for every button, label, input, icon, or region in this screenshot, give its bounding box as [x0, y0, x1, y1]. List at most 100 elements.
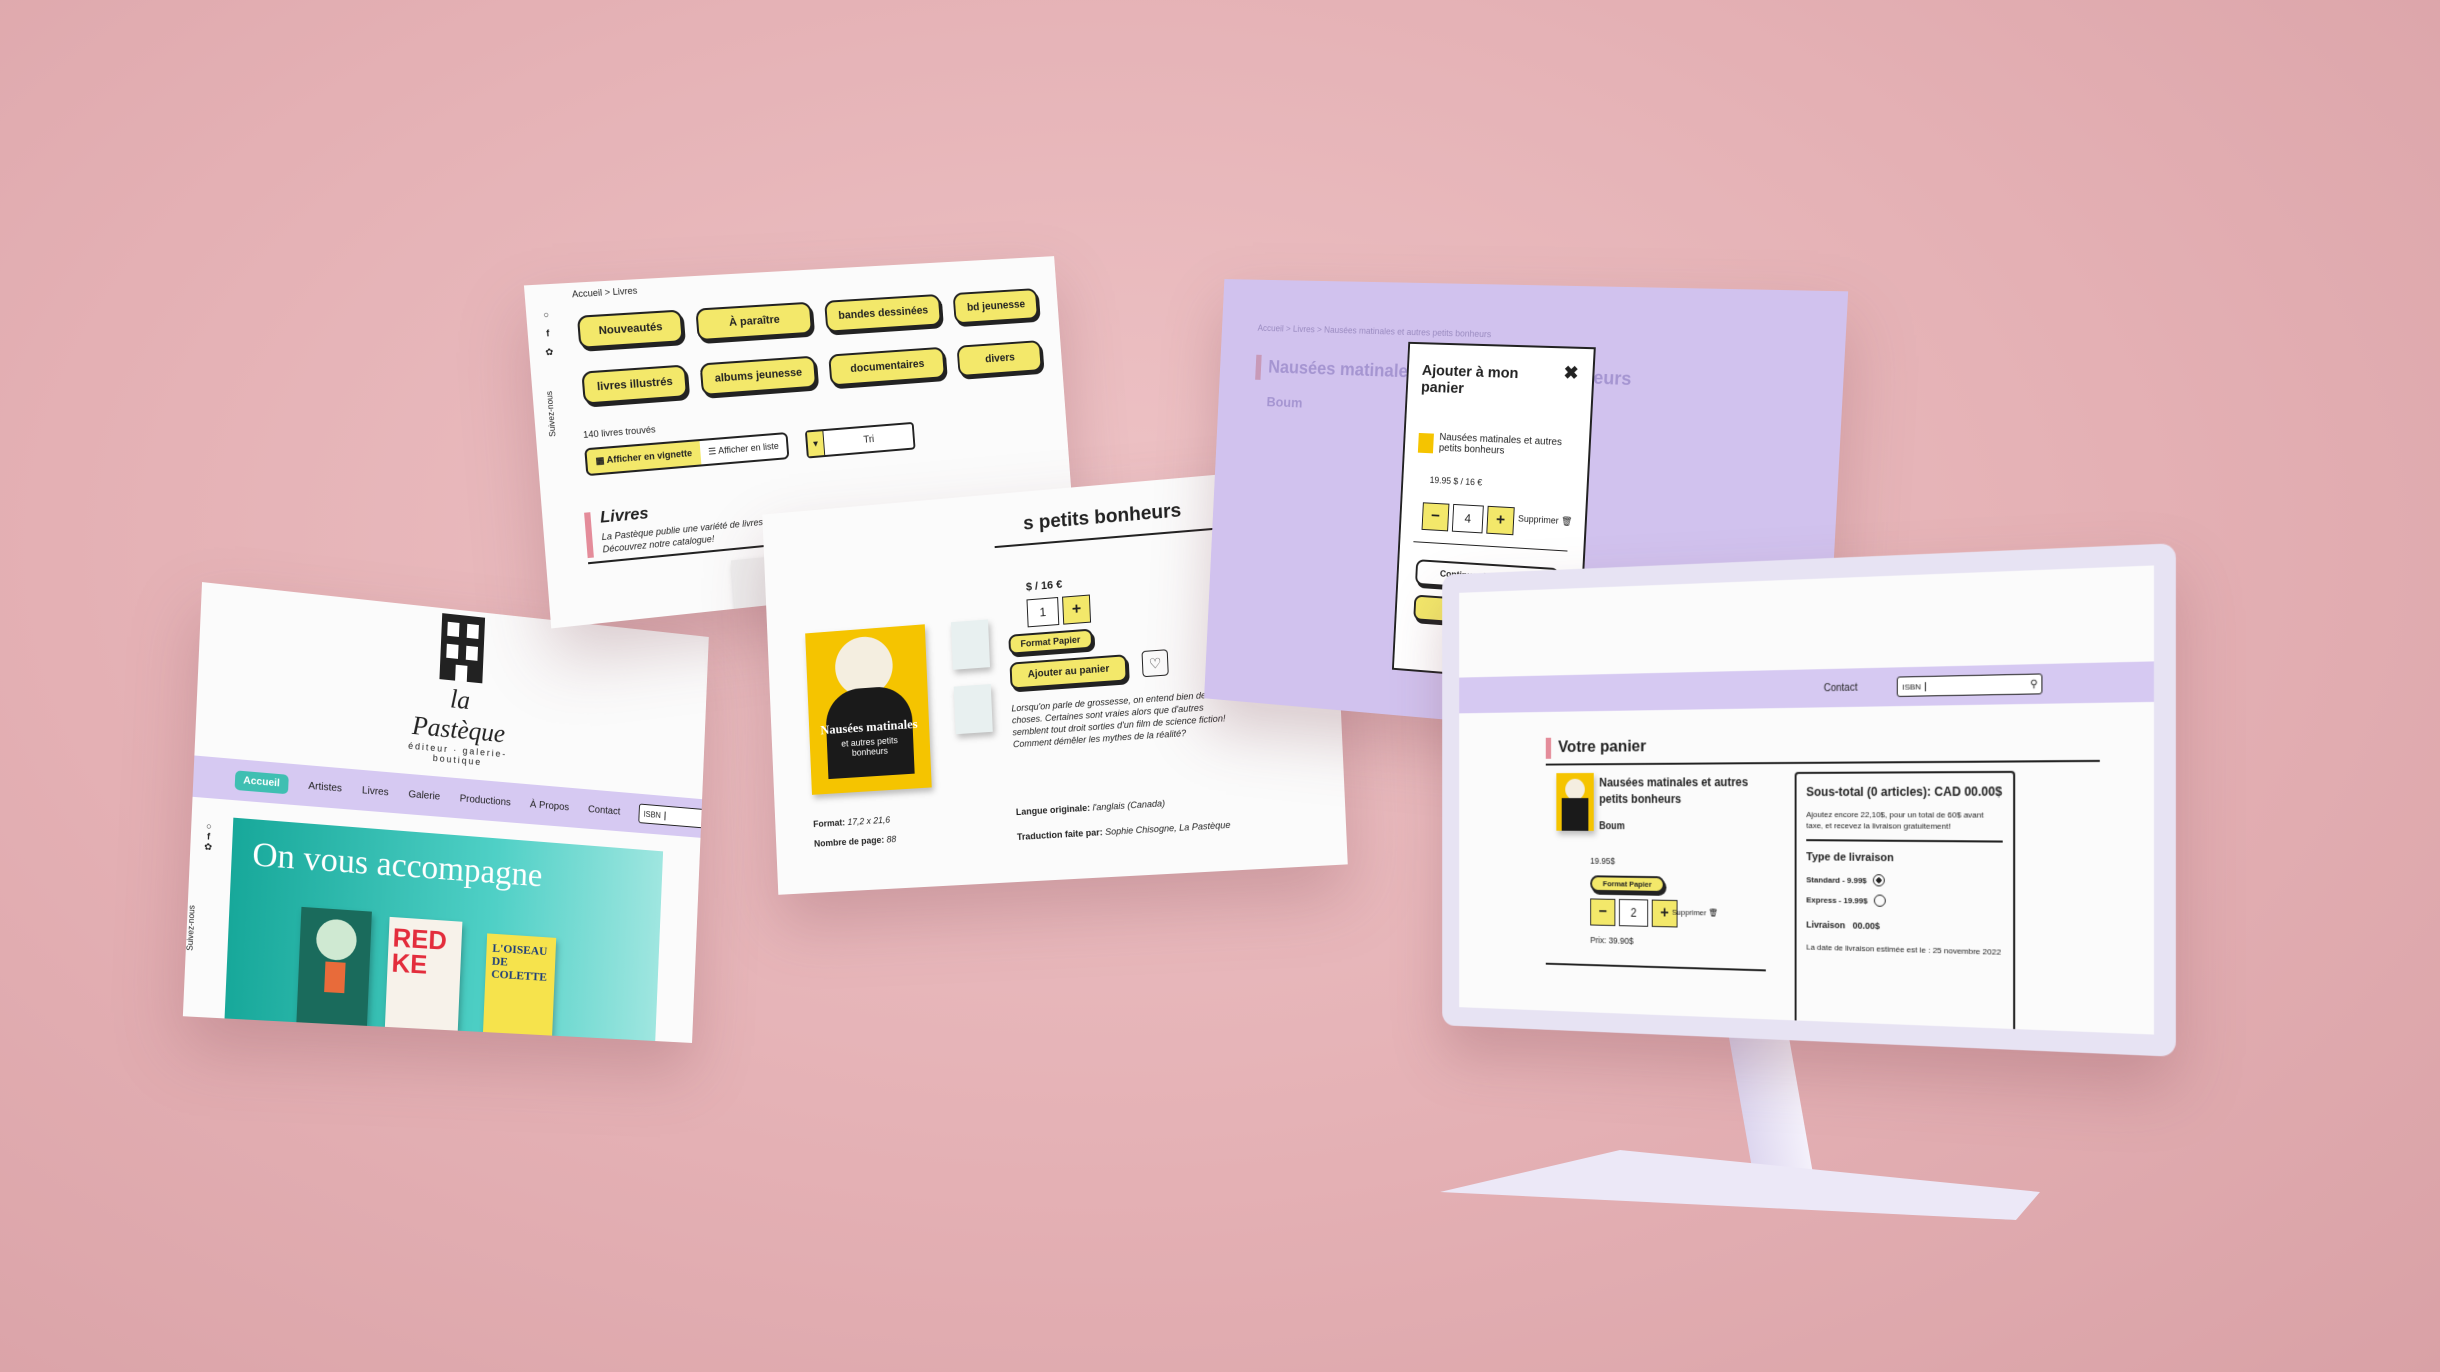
logo-text: la Pastèque [411, 684, 506, 749]
qty-minus-button[interactable]: − [1590, 898, 1616, 927]
cart-format-badge[interactable]: Format Papier [1590, 875, 1665, 893]
cart-title: Votre panier [1558, 736, 1647, 756]
nav-contact[interactable]: Contact [588, 804, 621, 817]
section-title-bar [584, 512, 594, 559]
bg-author: Boum [1266, 393, 1303, 411]
section-title: Livres [599, 504, 650, 527]
search-box[interactable]: ISBN ⚲ [638, 803, 709, 831]
category-filters: Nouveautés À paraître bandes dessinées b… [576, 288, 1043, 405]
free-shipping-note: Ajoutez encore 22,10$, pour un total de … [1806, 808, 2003, 843]
search-icon[interactable]: ⚲ [2030, 678, 2042, 690]
remove-button[interactable]: Supprimer 🗑 [1518, 513, 1573, 527]
nav-galerie[interactable]: Galerie [408, 789, 440, 803]
qty-plus-button[interactable]: + [1486, 505, 1515, 536]
thumb-2[interactable] [953, 684, 993, 735]
category-livres-illustres[interactable]: livres illustrés [581, 364, 689, 405]
category-nouveautes[interactable]: Nouveautés [576, 309, 684, 349]
hero-book-1[interactable] [296, 906, 372, 1026]
radio-empty-icon[interactable] [1873, 894, 1886, 908]
logo-building-icon [439, 613, 486, 684]
search-select[interactable]: ISBN [639, 808, 666, 820]
nav-livres[interactable]: Livres [362, 785, 389, 798]
modal-item-title: Nausées matinales et autres petits bonhe… [1438, 431, 1563, 457]
cart-title-bar [1545, 737, 1552, 759]
nav-accueil[interactable]: Accueil [234, 769, 289, 794]
product-description: Lorsqu'on parle de grossesse, on entend … [1011, 689, 1226, 750]
breadcrumb: Accueil > Livres [571, 285, 638, 300]
format-badge[interactable]: Format Papier [1008, 628, 1093, 655]
cart-qty-stepper[interactable]: − 2 + [1590, 898, 1678, 928]
qty-value[interactable]: 1 [1026, 596, 1060, 628]
nav-a-propos[interactable]: À Propos [530, 799, 570, 813]
modal-title: Ajouter à mon panier [1420, 361, 1519, 398]
qty-plus-button[interactable]: + [1062, 594, 1092, 625]
qty-stepper[interactable]: − 4 + [1421, 502, 1515, 536]
instagram-icon[interactable]: ○ [538, 305, 554, 325]
search-box[interactable]: ISBN ⚲ [1897, 673, 2043, 697]
trash-icon: 🗑 [1560, 515, 1573, 527]
qty-value[interactable]: 2 [1618, 898, 1649, 927]
thumb-1[interactable] [950, 619, 991, 670]
shipping-cost: Livraison 00.00$ [1806, 919, 1880, 932]
cart-item-title: Nausées matinales et autres petits bonhe… [1599, 775, 1749, 806]
product-cover: Nausées matinales et autres petits bonhe… [805, 624, 932, 795]
view-grid-button[interactable]: ▦ Afficher en vignette [586, 441, 702, 474]
logo[interactable]: la Pastèque éditeur · galerie-boutique [398, 609, 521, 770]
delivery-estimate: La date de livraison estimée est le : 25… [1806, 942, 2002, 958]
spec-pages: Nombre de page: 88 [813, 834, 897, 849]
facebook-icon[interactable]: f [540, 323, 556, 343]
spec-translation: Traduction faite par: Sophie Chisogne, L… [1016, 819, 1231, 843]
shipping-express[interactable]: Express - 19.99$ [1806, 894, 2003, 910]
sort-select[interactable]: ▾ Tri [804, 421, 916, 459]
subtotal: Sous-total (0 articles): CAD 00.00$ [1806, 784, 2003, 799]
shipping-standard[interactable]: Standard - 9.99$ [1806, 873, 2003, 888]
cart-item-price: 19.95$ [1590, 855, 1615, 866]
modal-item-thumb [1417, 432, 1434, 454]
cart-item-cover [1556, 772, 1594, 831]
search-select[interactable]: ISBN [1898, 681, 1927, 692]
category-bd-jeunesse[interactable]: bd jeunesse [952, 288, 1039, 325]
modal-item-price: 19.95 $ / 16 € [1429, 474, 1483, 488]
category-albums-jeunesse[interactable]: albums jeunesse [699, 355, 817, 396]
social-label: Suivez-nous [185, 904, 197, 952]
nav-artistes[interactable]: Artistes [308, 780, 342, 794]
spec-language: Langue originale: l'anglais (Canada) [1015, 798, 1166, 818]
cart-item-author: Boum [1599, 821, 1625, 833]
wishlist-heart-icon[interactable]: ♡ [1141, 649, 1169, 678]
cart-item-total: Prix: 39.90$ [1590, 935, 1634, 946]
twitter-icon[interactable]: ✿ [541, 342, 557, 362]
nav-productions[interactable]: Productions [459, 793, 511, 808]
cart-page-screen: Contact ISBN ⚲ Votre panier Nausées mati… [1459, 565, 2154, 1035]
sort-label: Tri [862, 433, 875, 446]
view-list-button[interactable]: ☰ Afficher en liste [699, 434, 788, 465]
category-bandes-dessinees[interactable]: bandes dessinées [823, 293, 943, 333]
hero-book-oiseau-title: L'OISEAU DE COLETTE [491, 940, 548, 985]
qty-value[interactable]: 4 [1451, 503, 1484, 534]
divider [1545, 962, 1766, 972]
close-icon[interactable]: ✖ [1563, 363, 1579, 385]
category-a-paraitre[interactable]: À paraître [695, 301, 813, 342]
bg-title-bar [1255, 354, 1262, 380]
divider [1545, 759, 2100, 766]
monitor-base [1440, 1150, 2040, 1220]
twitter-icon[interactable]: ✿ [201, 841, 216, 853]
monitor-frame: Contact ISBN ⚲ Votre panier Nausées mati… [1442, 543, 2176, 1057]
hero-book-oiseau[interactable]: L'OISEAU DE COLETTE [483, 933, 557, 1036]
trash-icon: 🗑 [1708, 908, 1718, 918]
category-divers[interactable]: divers [956, 340, 1043, 378]
qty-stepper[interactable]: 1 + [1026, 594, 1092, 628]
shipping-type-title: Type de livraison [1806, 851, 1894, 865]
hero-banner[interactable]: On vous accompagne RED KE L'OISEAU DE CO… [224, 817, 664, 1042]
product-title: s petits bonheurs [1022, 500, 1182, 535]
divider [1413, 541, 1568, 552]
nav-contact[interactable]: Contact [1824, 682, 1858, 694]
qty-minus-button[interactable]: − [1421, 502, 1450, 532]
add-to-cart-button[interactable]: Ajouter au panier [1009, 654, 1128, 690]
radio-selected-icon[interactable] [1872, 874, 1885, 887]
cart-remove-button[interactable]: Supprimer 🗑 [1672, 908, 1718, 918]
category-documentaires[interactable]: documentaires [827, 346, 947, 387]
view-toggle: ▦ Afficher en vignette ☰ Afficher en lis… [584, 431, 790, 477]
social-bar: ○ f ✿ [538, 305, 557, 362]
hero-book-red-ke[interactable]: RED KE [384, 916, 463, 1031]
product-price: $ / 16 € [1025, 578, 1063, 594]
